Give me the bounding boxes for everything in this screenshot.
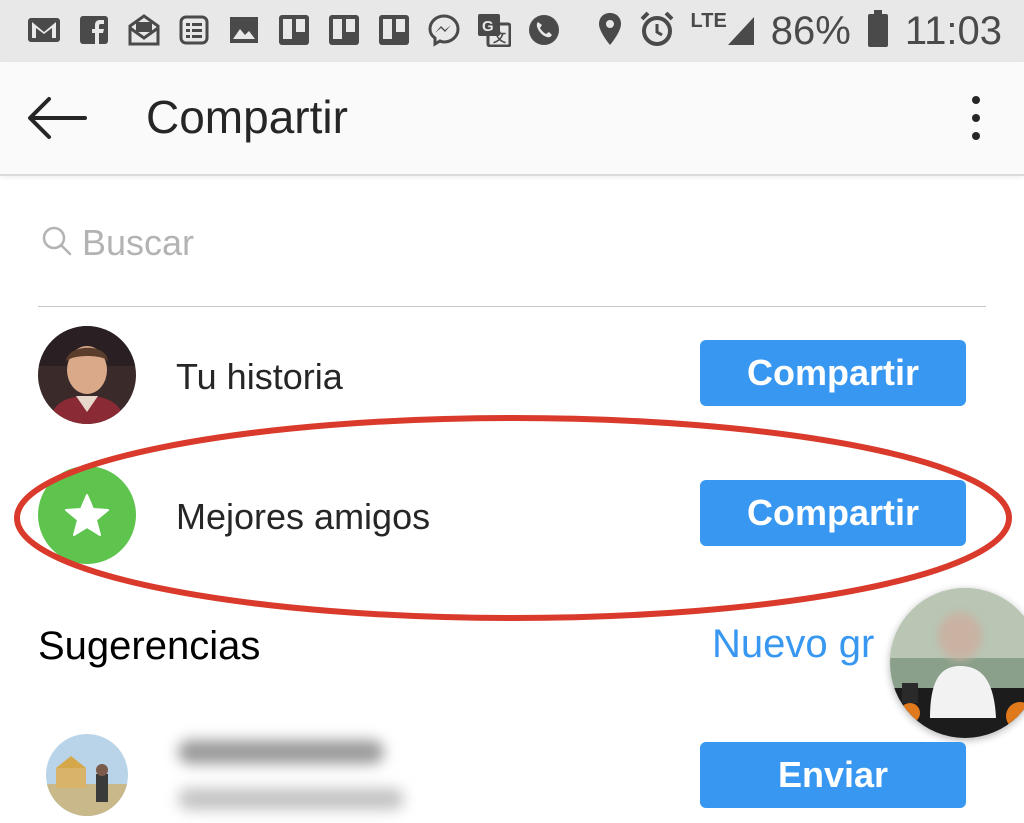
signal-indicator: LTE: [691, 10, 755, 46]
chat-head-avatar[interactable]: [890, 588, 1024, 738]
search-icon: [42, 226, 72, 256]
avatar-image: [890, 588, 1024, 738]
alarm-icon: [639, 11, 675, 52]
mail-stack-icon: [126, 12, 162, 48]
share-close-friends-button[interactable]: Compartir: [700, 480, 966, 546]
search-input[interactable]: [82, 218, 962, 268]
share-target-label: Mejores amigos: [176, 496, 431, 537]
network-label: LTE: [690, 9, 727, 32]
news-icon: [176, 12, 212, 48]
gallery-icon: [226, 12, 262, 48]
new-group-link[interactable]: Nuevo gr: [712, 622, 874, 667]
suggestion-avatar[interactable]: [46, 734, 128, 816]
blurred-fullname: [178, 788, 404, 810]
gmail-icon: [26, 12, 62, 48]
story-avatar[interactable]: [38, 326, 136, 424]
svg-text:G: G: [482, 18, 494, 35]
share-story-button[interactable]: Compartir: [700, 340, 966, 406]
messenger-icon: [426, 12, 462, 48]
battery-icon: [867, 9, 889, 53]
avatar-image: [38, 326, 136, 424]
more-vertical-icon: [972, 96, 980, 104]
section-title: Sugerencias: [38, 624, 261, 668]
status-bar: G文 LTE 86% 11:03: [0, 0, 1024, 62]
trello-icon: [326, 12, 362, 48]
back-button[interactable]: [24, 92, 90, 144]
page-title: Compartir: [146, 91, 348, 143]
blurred-username: [178, 740, 384, 764]
star-icon: [65, 494, 109, 536]
location-icon: [597, 12, 623, 51]
svg-text:文: 文: [493, 30, 507, 45]
app-bar: Compartir: [0, 62, 1024, 176]
share-target-label: Tu historia: [176, 356, 343, 397]
phone-icon: [526, 12, 562, 48]
close-friends-avatar[interactable]: [38, 466, 136, 564]
trello-icon: [276, 12, 312, 48]
status-right: LTE 86% 11:03: [597, 8, 1002, 54]
notification-icons: G文: [26, 12, 562, 48]
clock: 11:03: [904, 8, 1002, 53]
battery-percent: 86%: [770, 8, 851, 53]
more-options-button[interactable]: [966, 96, 986, 140]
translate-icon: G文: [476, 12, 512, 48]
signal-icon: [727, 17, 754, 45]
arrow-left-icon: [28, 97, 87, 139]
facebook-icon: [76, 12, 112, 48]
send-button[interactable]: Enviar: [700, 742, 966, 808]
trello-icon: [376, 12, 412, 48]
search-bar: [38, 200, 986, 307]
avatar-image: [46, 734, 128, 816]
